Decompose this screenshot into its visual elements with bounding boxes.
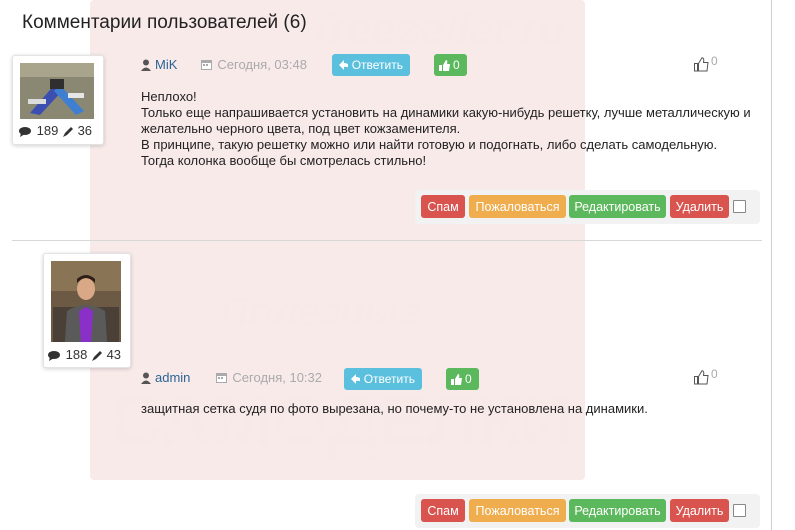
avatar-image-mik [20, 63, 94, 119]
watermark-line2: САМОДЕЛКИ [110, 381, 573, 461]
comment-actions: Спам Пожаловаться Редактировать Удалить [415, 190, 760, 224]
avatar-image-admin [51, 261, 121, 342]
reply-icon [351, 374, 360, 384]
reply-button[interactable]: Ответить [344, 368, 422, 390]
content-border [771, 0, 772, 530]
reply-label: Ответить [351, 58, 403, 72]
avatar-card: 188 43 [43, 253, 131, 368]
comment-line: Только еще напрашивается установить на д… [141, 105, 751, 120]
comments-icon [19, 127, 31, 138]
pencil-icon [62, 126, 73, 137]
user-stats: 188 43 [48, 347, 121, 362]
calendar-icon [201, 60, 213, 70]
comment-meta: MiK Сегодня, 03:48 [141, 57, 307, 72]
comment-line: желательно черного цвета, под цвет кожза… [141, 121, 461, 136]
comment-date-text: Сегодня, 03:48 [217, 57, 307, 72]
comment-text: Неплохо! Только еще напрашивается устано… [141, 89, 751, 169]
rate-up-icon[interactable] [694, 370, 709, 385]
comment-meta: admin Сегодня, 10:32 [141, 370, 322, 385]
like-button[interactable]: 0 [434, 54, 467, 76]
edit-button[interactable]: Редактировать [569, 195, 666, 218]
report-button[interactable]: Пожаловаться [469, 195, 566, 218]
rating: 0 [694, 54, 718, 72]
select-checkbox[interactable] [733, 200, 746, 213]
thumbs-up-icon [439, 59, 450, 71]
user-icon [141, 372, 151, 384]
comments-icon [48, 351, 60, 362]
spam-button[interactable]: Спам [421, 195, 465, 218]
comment-date: Сегодня, 03:48 [201, 57, 307, 72]
comments-count: 189 [36, 123, 59, 138]
like-count: 0 [453, 58, 460, 72]
avatar[interactable] [20, 63, 94, 119]
avatar-card: 189 36 [12, 55, 104, 145]
like-count: 0 [465, 372, 472, 386]
comment-line: Тогда колонка вообще бы смотрелась стиль… [141, 153, 427, 168]
author-link[interactable]: admin [155, 370, 190, 385]
edit-button[interactable]: Редактировать [569, 499, 666, 522]
comments-count: 188 [65, 347, 88, 362]
comments-page: freeseller.ru Полезные САМОДЕЛКИ Коммент… [0, 0, 795, 530]
reply-button[interactable]: Ответить [332, 54, 410, 76]
like-button[interactable]: 0 [446, 368, 479, 390]
comment-date: Сегодня, 10:32 [216, 370, 322, 385]
rating: 0 [694, 367, 718, 385]
watermark-site: freeseller.ru [315, 5, 565, 54]
author-link[interactable]: MiK [155, 57, 177, 72]
comment-date-text: Сегодня, 10:32 [232, 370, 322, 385]
rate-up-icon[interactable] [694, 57, 709, 72]
comment-line: защитная сетка судя по фото вырезана, но… [141, 401, 648, 416]
rating-count: 0 [711, 367, 718, 381]
page-title: Комментарии пользователей (6) [22, 12, 307, 33]
report-button[interactable]: Пожаловаться [469, 499, 566, 522]
avatar[interactable] [51, 261, 121, 342]
watermark-line1: Полезные [220, 290, 421, 334]
comment-text: защитная сетка судя по фото вырезана, но… [141, 401, 648, 417]
rating-count: 0 [711, 54, 718, 68]
posts-count: 36 [77, 123, 93, 138]
comment-divider [12, 240, 762, 241]
reply-label: Ответить [363, 372, 415, 386]
delete-button[interactable]: Удалить [670, 195, 729, 218]
posts-count: 43 [106, 347, 122, 362]
comment-line: Неплохо! [141, 89, 197, 104]
user-stats: 189 36 [19, 123, 92, 138]
thumbs-up-icon [451, 373, 462, 385]
pencil-icon [91, 350, 102, 361]
delete-button[interactable]: Удалить [670, 499, 729, 522]
spam-button[interactable]: Спам [421, 499, 465, 522]
calendar-icon [216, 373, 228, 383]
select-checkbox[interactable] [733, 504, 746, 517]
user-icon [141, 59, 151, 71]
comment-line: В принципе, такую решетку можно или найт… [141, 137, 718, 152]
reply-icon [339, 60, 348, 70]
comment-actions: Спам Пожаловаться Редактировать Удалить [415, 494, 760, 528]
